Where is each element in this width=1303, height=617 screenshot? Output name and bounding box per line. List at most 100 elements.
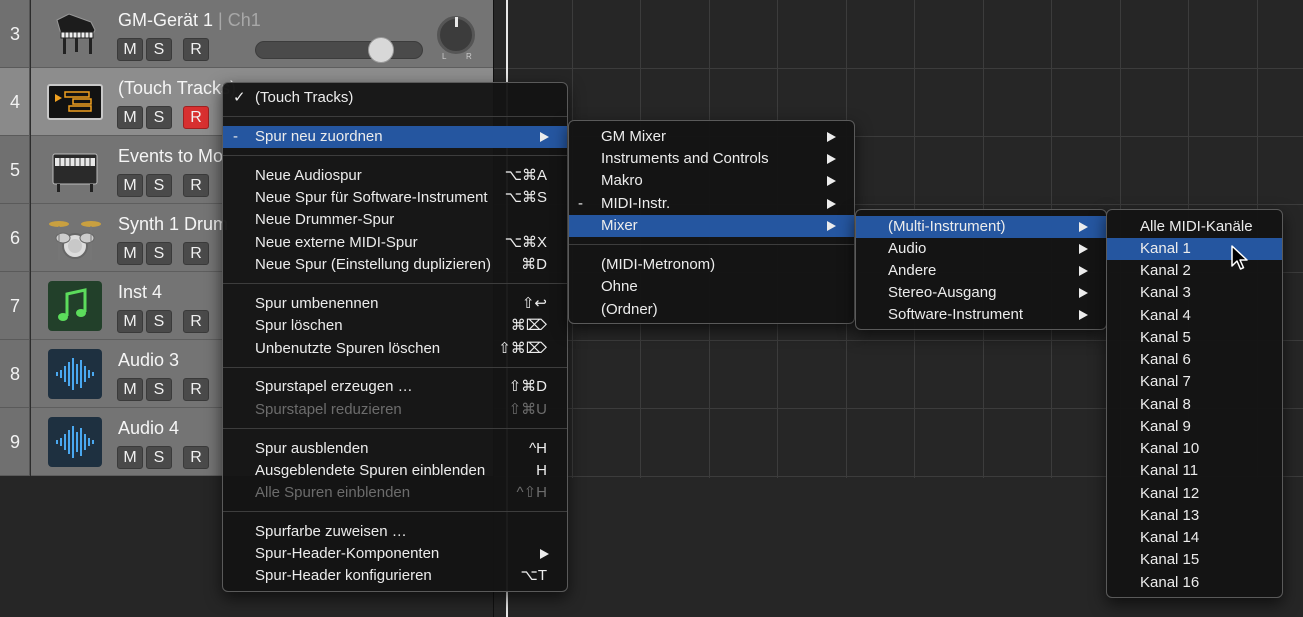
menu-item-touch-tracks[interactable]: ✓ (Touch Tracks) — [223, 87, 567, 109]
submenu-arrow-icon — [1079, 266, 1088, 276]
track-name[interactable]: GM-Gerät 1 | Ch1 — [118, 10, 261, 31]
reassign-submenu: GM Mixer Instruments and Controls Makro … — [568, 120, 855, 324]
mute-button[interactable]: M — [117, 38, 143, 61]
track-number: 5 — [9, 160, 20, 180]
menu-item-hide-track[interactable]: Spur ausblenden ^H — [223, 438, 567, 460]
menu-separator — [223, 511, 567, 512]
menu-item-reassign-track[interactable]: - Spur neu zuordnen — [223, 126, 567, 148]
menu-item-show-hidden-tracks[interactable]: Ausgeblendete Spuren einblenden H — [223, 460, 567, 482]
track-name[interactable]: Audio 3 — [118, 350, 179, 371]
menu-item-channel-14[interactable]: Kanal 14 — [1107, 527, 1282, 549]
solo-button[interactable]: S — [146, 310, 172, 333]
menu-separator — [223, 283, 567, 284]
solo-button[interactable]: S — [146, 106, 172, 129]
track-name[interactable]: (Touch Tracks) — [118, 78, 236, 99]
menu-item-folder[interactable]: (Ordner) — [569, 299, 854, 321]
menu-item-other[interactable]: Andere — [856, 260, 1106, 282]
menu-item-channel-6[interactable]: Kanal 6 — [1107, 349, 1282, 371]
menu-item-channel-10[interactable]: Kanal 10 — [1107, 438, 1282, 460]
solo-button[interactable]: S — [146, 38, 172, 61]
menu-item-mixer[interactable]: Mixer — [569, 215, 854, 237]
mute-button[interactable]: M — [117, 446, 143, 469]
menu-item-channel-12[interactable]: Kanal 12 — [1107, 483, 1282, 505]
menu-item-channel-11[interactable]: Kanal 11 — [1107, 460, 1282, 482]
track-name[interactable]: Audio 4 — [118, 418, 179, 439]
menu-item-audio[interactable]: Audio — [856, 238, 1106, 260]
pan-knob-indicator — [455, 17, 458, 27]
menu-item-flatten-track-stack: Spurstapel reduzieren ⇧⌘U — [255, 401, 547, 418]
menu-item-midi-instr[interactable]: - MIDI-Instr. — [569, 193, 854, 215]
menu-item-new-drummer-track[interactable]: Neue Drummer-Spur — [223, 209, 567, 231]
track-name[interactable]: Synth 1 Drum — [118, 214, 228, 235]
touch-tracks-icon — [47, 84, 103, 120]
record-button[interactable]: R — [183, 106, 209, 129]
track-context-menu: ✓ (Touch Tracks) - Spur neu zuordnen Neue … — [222, 82, 568, 592]
submenu-arrow-icon — [827, 154, 836, 164]
mute-button[interactable]: M — [117, 378, 143, 401]
track-number-cell: 6 — [0, 204, 30, 272]
menu-item-channel-7[interactable]: Kanal 7 — [1107, 371, 1282, 393]
track-name[interactable]: Inst 4 — [118, 282, 162, 303]
record-button[interactable]: R — [183, 378, 209, 401]
track-row[interactable]: 3 GM-Gerät 1 | Ch1 M S R L R — [0, 0, 493, 68]
track-name[interactable]: Events to Mo — [118, 146, 223, 167]
menu-item-makro[interactable]: Makro — [569, 170, 854, 192]
menu-item-channel-16[interactable]: Kanal 16 — [1107, 572, 1282, 594]
submenu-arrow-icon — [540, 132, 549, 142]
solo-button[interactable]: S — [146, 446, 172, 469]
menu-item-channel-13[interactable]: Kanal 13 — [1107, 505, 1282, 527]
pan-right-label: R — [466, 52, 472, 61]
menu-item-channel-5[interactable]: Kanal 5 — [1107, 327, 1282, 349]
menu-item-new-audio-track[interactable]: Neue Audiospur ⌥⌘A — [223, 165, 567, 187]
menu-item-software-instrument[interactable]: Software-Instrument — [856, 304, 1106, 326]
record-button[interactable]: R — [183, 446, 209, 469]
track-number-cell: 3 — [0, 0, 30, 68]
checkmark-icon: ✓ — [233, 89, 246, 106]
menu-item-none[interactable]: Ohne — [569, 276, 854, 298]
menu-item-channel-8[interactable]: Kanal 8 — [1107, 394, 1282, 416]
volume-slider[interactable] — [255, 41, 423, 59]
solo-button[interactable]: S — [146, 242, 172, 265]
menu-item-assign-track-color[interactable]: Spurfarbe zuweisen … — [223, 521, 567, 543]
menu-item-channel-2[interactable]: Kanal 2 — [1107, 260, 1282, 282]
record-button[interactable]: R — [183, 38, 209, 61]
menu-item-delete-track[interactable]: Spur löschen ⌘⌦ — [223, 315, 567, 337]
audio-waveform-icon — [48, 417, 102, 467]
menu-item-track-header-components[interactable]: Spur-Header-Komponenten — [223, 543, 567, 565]
solo-button[interactable]: S — [146, 378, 172, 401]
menu-item-channel-1[interactable]: Kanal 1 — [1107, 238, 1282, 260]
track-number-cell: 5 — [0, 136, 30, 204]
menu-item-configure-track-header[interactable]: Spur-Header konfigurieren ⌥T — [223, 565, 567, 587]
menu-item-stereo-output[interactable]: Stereo-Ausgang — [856, 282, 1106, 304]
mute-button[interactable]: M — [117, 174, 143, 197]
menu-item-midi-metronome[interactable]: (MIDI-Metronom) — [569, 254, 854, 276]
grand-piano-icon — [56, 13, 96, 54]
menu-item-channel-15[interactable]: Kanal 15 — [1107, 549, 1282, 571]
menu-separator — [223, 428, 567, 429]
menu-item-new-track-duplicate-settings[interactable]: Neue Spur (Einstellung duplizieren) ⌘D — [223, 254, 567, 276]
mute-button[interactable]: M — [117, 242, 143, 265]
menu-item-channel-3[interactable]: Kanal 3 — [1107, 282, 1282, 304]
volume-slider-thumb[interactable] — [368, 37, 394, 63]
record-button[interactable]: R — [183, 310, 209, 333]
menu-item-rename-track[interactable]: Spur umbenennen ⇧↩ — [223, 293, 567, 315]
menu-item-new-software-instrument-track[interactable]: Neue Spur für Software-Instrument ⌥⌘S — [223, 187, 567, 209]
menu-item-channel-4[interactable]: Kanal 4 — [1107, 305, 1282, 327]
menu-item-channel-9[interactable]: Kanal 9 — [1107, 416, 1282, 438]
solo-button[interactable]: S — [146, 174, 172, 197]
menu-item-new-external-midi-track[interactable]: Neue externe MIDI-Spur ⌥⌘X — [223, 232, 567, 254]
mute-button[interactable]: M — [117, 310, 143, 333]
record-button[interactable]: R — [183, 174, 209, 197]
menu-item-all-midi-channels[interactable]: Alle MIDI-Kanäle — [1107, 216, 1282, 238]
mute-button[interactable]: M — [117, 106, 143, 129]
pan-left-label: L — [442, 52, 447, 61]
menu-item-show-all-tracks: Alle Spuren einblenden ^⇧H — [255, 484, 547, 501]
record-button[interactable]: R — [183, 242, 209, 265]
submenu-arrow-icon — [540, 549, 549, 559]
menu-item-gm-mixer[interactable]: GM Mixer — [569, 126, 854, 148]
menu-item-delete-unused-tracks[interactable]: Unbenutzte Spuren löschen ⇧⌘⌦ — [223, 338, 567, 360]
menu-item-multi-instrument[interactable]: (Multi-Instrument) — [856, 216, 1106, 238]
menu-item-create-track-stack[interactable]: Spurstapel erzeugen … ⇧⌘D — [223, 376, 567, 398]
menu-item-instruments-and-controls[interactable]: Instruments and Controls — [569, 148, 854, 170]
track-number: 6 — [9, 228, 20, 248]
